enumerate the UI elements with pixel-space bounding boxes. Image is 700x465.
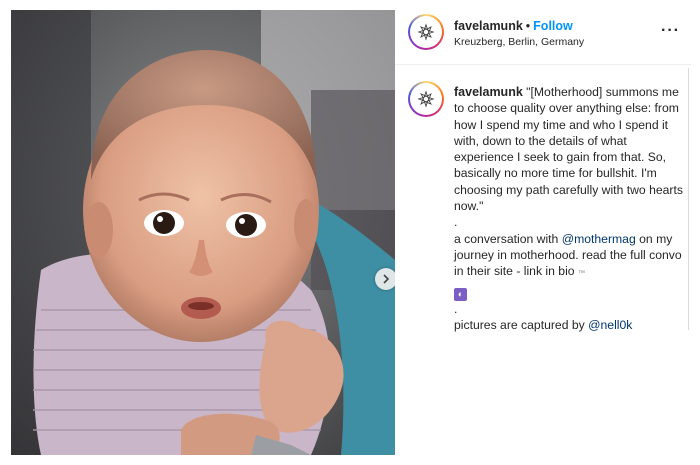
baby-photo-illustration: [11, 10, 395, 455]
caption-dot: .: [454, 301, 458, 316]
mention-nell0k[interactable]: @nell0k: [588, 318, 632, 332]
caption-text-segment: pictures are captured by: [454, 317, 589, 332]
follow-button[interactable]: Follow: [533, 19, 573, 33]
post-side-panel: favelamunk • Follow Kreuzberg, Berlin, Ger…: [395, 0, 692, 465]
more-horizontal-icon: ···: [661, 22, 680, 39]
header-user-line: favelamunk • Follow: [454, 19, 573, 33]
mandala-logo-icon: [417, 90, 435, 108]
caption-text-segment: a conversation with: [454, 231, 562, 246]
caption-username-link[interactable]: favelamunk: [454, 85, 523, 99]
trademark-symbol: ™: [577, 270, 585, 278]
caption-quote-paragraph: favelamunk "[Motherhood] summons me to c…: [454, 84, 686, 214]
caption-quote: "[Motherhood] summons me to choose quali…: [454, 85, 683, 214]
mention-mothermag[interactable]: @mothermag: [562, 232, 636, 246]
post-header: favelamunk • Follow Kreuzberg, Berlin, Ger…: [395, 0, 692, 65]
post-photo: [11, 10, 395, 455]
more-options-button[interactable]: ···: [661, 22, 680, 40]
next-photo-button[interactable]: [375, 268, 395, 290]
location-link[interactable]: Kreuzberg, Berlin, Germany: [454, 36, 584, 48]
caption-dot: .: [454, 215, 458, 230]
separator-dot: •: [525, 19, 531, 33]
purple-emoji-icon: ◐: [454, 287, 467, 301]
username-link[interactable]: favelamunk: [454, 19, 523, 33]
avatar[interactable]: [408, 14, 444, 50]
caption-avatar[interactable]: [408, 81, 444, 117]
mandala-logo-icon: [417, 23, 435, 41]
caption-credit-paragraph: pictures are captured by @nell0k: [454, 317, 686, 333]
caption-text: favelamunk "[Motherhood] summons me to c…: [454, 84, 686, 333]
caption-conversation-paragraph: a conversation with @mothermag on my jou…: [454, 231, 686, 301]
caption-section: favelamunk "[Motherhood] summons me to c…: [395, 65, 692, 465]
chevron-right-icon: [383, 274, 390, 284]
panel-scrollbar-divider: [688, 68, 689, 330]
